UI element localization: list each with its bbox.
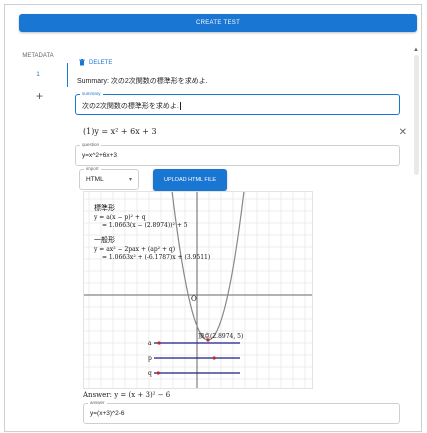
item-title: (1)y = x² + 6x + 3 <box>83 127 157 136</box>
gen-form-title: 一般形 <box>94 235 115 244</box>
vertex-label: 頂点(2.8974, 5) <box>198 332 243 340</box>
create-test-button[interactable]: CREATE TEST <box>19 14 417 32</box>
trash-icon <box>79 59 85 66</box>
summary-field-label: summary <box>80 91 103 96</box>
std-form-title: 標準形 <box>94 203 115 212</box>
delete-label: DELETE <box>89 59 113 66</box>
slider-a-label: a <box>148 340 152 347</box>
slider-a-handle[interactable] <box>157 341 161 345</box>
scroll-thumb[interactable] <box>414 55 419 175</box>
format-select-value: HTML <box>86 176 104 183</box>
summary-field[interactable]: summary 次の2次関数の標準形を求めよ. <box>75 91 400 115</box>
chevron-down-icon: ▾ <box>128 177 132 183</box>
question-field-value: y=x^2+6x+3 <box>82 152 118 159</box>
left-rail: METADATA 1 + <box>9 45 68 145</box>
plot-svg: 標準形 y = a(x − p)² + q = 1.0663(x − (2.89… <box>84 190 312 388</box>
slider-q[interactable]: q <box>148 370 240 377</box>
upload-html-file-button[interactable]: UPLOAD HTML FILE <box>153 169 227 191</box>
tab-metadata[interactable]: METADATA <box>9 53 67 59</box>
slider-p[interactable]: p <box>148 355 240 362</box>
std-form-eq2: = 1.0663(x − (2.8974))² + 5 <box>102 222 188 229</box>
answer-field-label: answer <box>88 400 107 405</box>
slider-p-label: p <box>148 355 152 362</box>
close-icon[interactable]: ✕ <box>399 127 407 138</box>
add-item-button[interactable]: + <box>36 89 43 103</box>
gen-form-eq1: y = ax² − 2pax + (ap² + q) <box>93 246 175 253</box>
answer-field-value: y=(x+3)^2-6 <box>90 410 125 417</box>
tab-item-1[interactable]: 1 <box>9 71 67 78</box>
gen-form-eq2: = 1.0663x² + (-6.1787)x + (3.9511) <box>102 254 210 261</box>
question-field-label: question <box>80 142 102 147</box>
summary-text: Summary: 次の2次関数の標準形を求めよ. <box>77 78 208 85</box>
active-tab-indicator <box>67 63 68 87</box>
slider-a[interactable]: a <box>148 340 240 347</box>
text-cursor <box>179 102 181 111</box>
scroll-up-icon[interactable]: ▲ <box>413 47 419 53</box>
delete-button[interactable]: DELETE <box>79 59 112 66</box>
origin-label: O <box>191 295 197 303</box>
scrollbar[interactable]: ▲ <box>411 43 421 431</box>
format-select-label: import <box>84 166 101 171</box>
summary-field-value: 次の2次関数の標準形を求めよ. <box>82 102 181 111</box>
slider-q-handle[interactable] <box>156 371 160 375</box>
main-panel: DELETE Summary: 次の2次関数の標準形を求めよ. summary … <box>73 45 411 431</box>
slider-p-handle[interactable] <box>212 356 216 360</box>
question-field[interactable]: question y=x^2+6x+3 <box>75 142 400 166</box>
app-frame: CREATE TEST METADATA 1 + ▲ DELETE Summar… <box>4 4 422 432</box>
std-form-eq1: y = a(x − p)² + q <box>93 214 146 221</box>
function-plot[interactable]: 標準形 y = a(x − p)² + q = 1.0663(x − (2.89… <box>83 190 313 389</box>
answer-field[interactable]: answer y=(x+3)^2-6 <box>83 400 400 424</box>
format-select[interactable]: import HTML ▾ <box>79 166 139 190</box>
slider-q-label: q <box>148 370 152 377</box>
answer-text: Answer: y = (x + 3)² − 6 <box>83 391 171 399</box>
